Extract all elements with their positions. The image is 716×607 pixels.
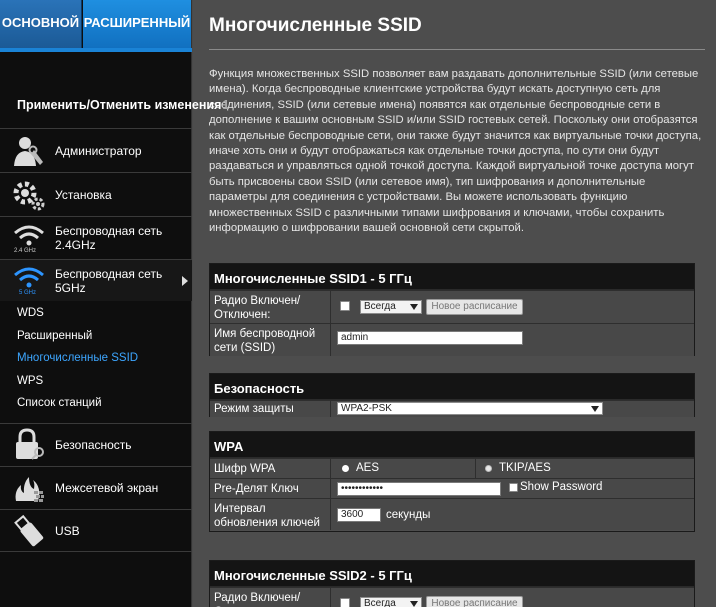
- band-badge-5ghz: 5 GHz: [19, 290, 37, 296]
- section-heading: Безопасность: [210, 374, 694, 400]
- apply-changes-count: 1: [222, 98, 230, 112]
- radio-enable-checkbox[interactable]: [340, 598, 350, 607]
- ssid-label: Имя беспроводной сети (SSID): [210, 324, 331, 356]
- sidebar-subitem-wps[interactable]: WPS: [17, 375, 43, 387]
- ssid-row: Имя беспроводной сети (SSID) admin: [210, 323, 694, 356]
- psk-row: Pre-Делят Ключ •••••••••••• Show Passwor…: [210, 478, 694, 498]
- ssid-input[interactable]: admin: [337, 331, 523, 345]
- sidebar-subitem-advanced[interactable]: Расширенный: [17, 330, 92, 342]
- sidebar-item-label: Администратор: [55, 143, 142, 158]
- section-heading: Многочисленные SSID2 - 5 ГГц: [210, 561, 694, 587]
- new-schedule-button[interactable]: Новое расписание: [426, 299, 523, 315]
- chevron-down-icon: [410, 601, 418, 607]
- sidebar-item-administrator[interactable]: Администратор: [0, 128, 192, 172]
- cipher-aes-label: AES: [356, 462, 380, 474]
- rekey-interval-unit: секунды: [386, 509, 431, 521]
- sidebar-item-label: USB: [55, 523, 80, 538]
- radio-row: Радио Включен/ Отключен: Всегда Новое ра…: [210, 587, 694, 607]
- psk-input[interactable]: ••••••••••••: [337, 482, 501, 496]
- schedule-select[interactable]: Всегда: [360, 300, 422, 314]
- rekey-interval-label: Интервал обновления ключей: [210, 499, 331, 530]
- page-title: Многочисленные SSID: [209, 15, 422, 36]
- sidebar-item-firewall[interactable]: Межсетевой экран: [0, 466, 192, 509]
- admin-icon: [14, 137, 43, 166]
- sidebar-item-wireless-24ghz[interactable]: 2.4 GHz Беспроводная сеть 2.4GHz: [0, 216, 192, 259]
- lock-icon: [16, 428, 44, 460]
- radio-row: Радио Включен/ Отключен: Всегда Новое ра…: [210, 290, 694, 323]
- main-content: Многочисленные SSID Функция множественны…: [193, 0, 716, 607]
- usb-icon: [14, 514, 44, 547]
- sidebar-subitem-wds[interactable]: WDS: [17, 307, 44, 319]
- new-schedule-button[interactable]: Новое расписание: [426, 596, 523, 607]
- radio-enable-checkbox[interactable]: [340, 301, 350, 311]
- apply-changes-label: Применить/Отменить изменения: [17, 98, 222, 112]
- show-password-checkbox[interactable]: [509, 483, 518, 492]
- psk-label: Pre-Делят Ключ: [210, 479, 331, 498]
- chevron-down-icon: [410, 304, 418, 310]
- section-wpa: WPA Шифр WPA AES TKIP/AES Pre-Делят Ключ…: [209, 431, 695, 532]
- rekey-interval-row: Интервал обновления ключей 3600 секунды: [210, 498, 694, 530]
- title-divider: [209, 49, 705, 50]
- gears-icon: [13, 181, 45, 211]
- tab-basic[interactable]: ОСНОВНОЙ: [0, 0, 82, 48]
- apply-changes-link[interactable]: Применить/Отменить изменения1: [0, 88, 229, 128]
- cipher-tkip-aes-radio[interactable]: [485, 465, 492, 472]
- sidebar-item-wireless-5ghz[interactable]: 5 GHz Беспроводная сеть 5GHz: [0, 259, 192, 301]
- mode-tabs: ОСНОВНОЙ РАСШИРЕННЫЙ: [0, 0, 192, 48]
- sidebar-item-setup[interactable]: Установка: [0, 172, 192, 216]
- sidebar-item-security[interactable]: Безопасность: [0, 423, 192, 466]
- sidebar-item-usb[interactable]: USB: [0, 509, 192, 552]
- section-security: Безопасность Режим защиты WPA2-PSK: [209, 373, 695, 417]
- chevron-right-icon: [182, 275, 188, 286]
- chevron-down-icon: [591, 406, 599, 412]
- sidebar-subitem-station-list[interactable]: Список станций: [17, 397, 102, 409]
- radio-label: Радио Включен/ Отключен:: [210, 291, 331, 323]
- tab-underline: [0, 48, 192, 52]
- rekey-interval-input[interactable]: 3600: [337, 508, 381, 522]
- band-badge-24ghz: 2.4 GHz: [14, 248, 37, 254]
- sidebar-item-label: Беспроводная сеть 5GHz: [55, 266, 163, 295]
- cipher-aes-radio[interactable]: [342, 465, 349, 472]
- sidebar-item-label: Безопасность: [55, 438, 132, 452]
- security-mode-row: Режим защиты WPA2-PSK: [210, 400, 694, 417]
- sidebar-item-label: Установка: [55, 187, 112, 202]
- security-mode-label: Режим защиты: [210, 401, 331, 417]
- wpa-cipher-label: Шифр WPA: [210, 459, 331, 478]
- section-heading: Многочисленные SSID1 - 5 ГГц: [210, 264, 694, 290]
- tab-advanced[interactable]: РАСШИРЕННЫЙ: [83, 0, 191, 48]
- sidebar-item-label: Беспроводная сеть 2.4GHz: [55, 224, 163, 252]
- security-mode-select[interactable]: WPA2-PSK: [337, 402, 603, 415]
- cipher-tkip-aes-label: TKIP/AES: [499, 462, 551, 474]
- router-admin-page: ОСНОВНОЙ РАСШИРЕННЫЙ Применить/Отменить …: [0, 0, 716, 607]
- page-description: Функция множественных SSID позволяет вам…: [209, 68, 702, 235]
- sidebar-item-label: Межсетевой экран: [55, 481, 159, 495]
- radio-label: Радио Включен/ Отключен:: [210, 588, 331, 607]
- sidebar-subitem-multiple-ssid[interactable]: Многочисленные SSID: [17, 352, 138, 364]
- show-password-label: Show Password: [520, 481, 603, 493]
- wpa-cipher-row: Шифр WPA AES TKIP/AES: [210, 458, 694, 478]
- firewall-icon: [15, 477, 44, 502]
- schedule-select[interactable]: Всегда: [360, 597, 422, 607]
- sidebar: ОСНОВНОЙ РАСШИРЕННЫЙ Применить/Отменить …: [0, 0, 229, 607]
- section-heading: WPA: [210, 432, 694, 458]
- section-ssid1: Многочисленные SSID1 - 5 ГГц Радио Включ…: [209, 263, 695, 356]
- section-ssid2: Многочисленные SSID2 - 5 ГГц Радио Включ…: [209, 560, 695, 607]
